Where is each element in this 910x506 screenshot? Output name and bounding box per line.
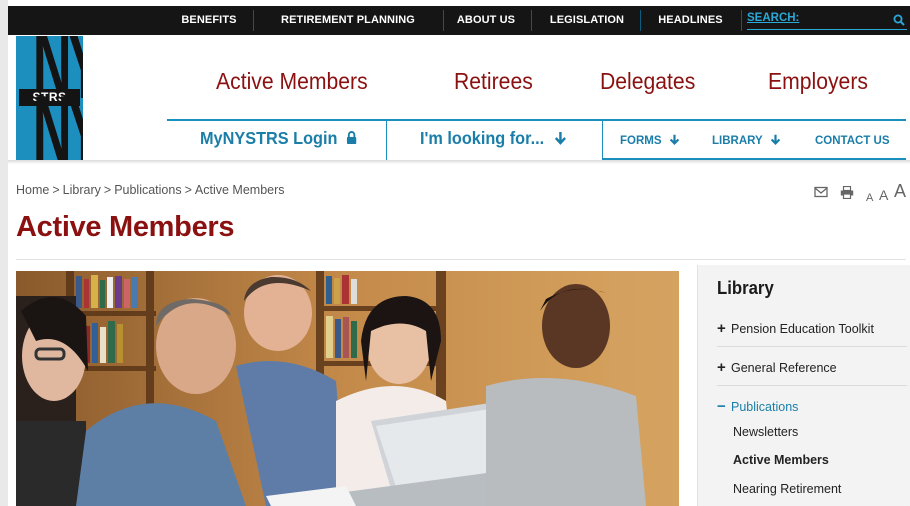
font-size-small[interactable]: A	[866, 190, 873, 206]
header-shadow	[8, 160, 910, 164]
sidebar-title: Library	[717, 278, 774, 298]
search-label[interactable]: SEARCH:	[747, 6, 799, 35]
sidebar-divider	[717, 385, 907, 386]
arrow-down-icon	[555, 131, 567, 145]
sidebar-item-label: General Reference	[731, 361, 837, 375]
breadcrumb-publications[interactable]: Publications	[114, 183, 181, 197]
nav-retirees[interactable]: Retirees	[454, 68, 533, 95]
utility-link-headlines[interactable]: HEADLINES	[658, 6, 723, 35]
arrow-down-icon	[770, 134, 780, 145]
utility-link-retirement-planning[interactable]: RETIREMENT PLANNING	[278, 6, 418, 35]
utility-divider	[640, 10, 641, 31]
logo-ny-bottom: NY	[32, 75, 83, 160]
breadcrumb-library[interactable]: Library	[63, 183, 101, 197]
sidebar-subitem-newsletters[interactable]: Newsletters	[733, 425, 798, 439]
subnav-divider	[386, 120, 387, 160]
hero-photo	[16, 271, 679, 506]
sidebar-divider	[717, 346, 907, 347]
nav-employers[interactable]: Employers	[768, 68, 868, 95]
utility-link-benefits[interactable]: BENEFITS	[180, 6, 238, 35]
breadcrumb: Home > Library > Publications > Active Members	[16, 183, 285, 197]
library-label: LIBRARY	[712, 135, 763, 147]
minus-icon: −	[717, 398, 726, 415]
sidebar-subitem-nearing-retirement[interactable]: Nearing Retirement	[733, 482, 841, 496]
hero-photo-illustration	[16, 271, 679, 506]
utility-divider	[253, 10, 254, 31]
utility-link-legislation[interactable]: LEGISLATION	[548, 6, 626, 35]
utility-divider	[531, 10, 532, 31]
nav-active-members[interactable]: Active Members	[216, 68, 368, 95]
breadcrumb-separator: >	[184, 183, 192, 197]
breadcrumb-current: Active Members	[194, 183, 285, 197]
search-icon[interactable]	[893, 14, 905, 26]
plus-icon: +	[717, 359, 726, 376]
email-icon[interactable]	[814, 186, 828, 198]
font-size-large[interactable]: A	[894, 182, 906, 200]
title-divider	[16, 259, 906, 260]
left-margin	[0, 0, 8, 506]
forms-label: FORMS	[620, 135, 662, 147]
utility-divider	[741, 10, 742, 31]
sidebar-item-label: Publications	[731, 400, 799, 414]
sidebar-item-pension-toolkit[interactable]: + Pension Education Toolkit	[717, 320, 874, 337]
font-size-medium[interactable]: A	[879, 187, 888, 203]
forms-menu[interactable]: FORMS	[620, 134, 680, 147]
library-menu[interactable]: LIBRARY	[712, 134, 781, 147]
nav-divider-top	[167, 119, 906, 121]
arrow-down-icon	[669, 134, 679, 145]
login-label: MyNYSTRS Login	[200, 128, 338, 148]
looking-for-button[interactable]: I'm looking for...	[420, 128, 567, 149]
page-title: Active Members	[16, 211, 235, 243]
sidebar-item-publications[interactable]: − Publications	[717, 398, 798, 415]
plus-icon: +	[717, 320, 726, 337]
looking-for-label: I'm looking for...	[420, 128, 545, 148]
mynystrs-login-button[interactable]: MyNYSTRS Login	[200, 128, 357, 149]
breadcrumb-home[interactable]: Home	[16, 183, 49, 197]
subnav-divider	[602, 120, 603, 160]
sidebar-item-label: Pension Education Toolkit	[731, 322, 874, 336]
search-input[interactable]	[747, 29, 907, 30]
lock-icon	[346, 131, 356, 145]
contact-us-link[interactable]: CONTACT US	[815, 135, 890, 147]
breadcrumb-separator: >	[52, 183, 60, 197]
utility-divider	[443, 10, 444, 31]
utility-link-about-us[interactable]: ABOUT US	[456, 6, 516, 35]
sidebar-item-general-reference[interactable]: + General Reference	[717, 359, 837, 376]
nav-delegates[interactable]: Delegates	[600, 68, 695, 95]
sidebar-subitem-active-members[interactable]: Active Members	[733, 453, 829, 467]
nystrs-logo[interactable]: NY STRS NY	[16, 36, 83, 160]
breadcrumb-separator: >	[103, 183, 112, 197]
print-icon[interactable]	[840, 186, 854, 199]
